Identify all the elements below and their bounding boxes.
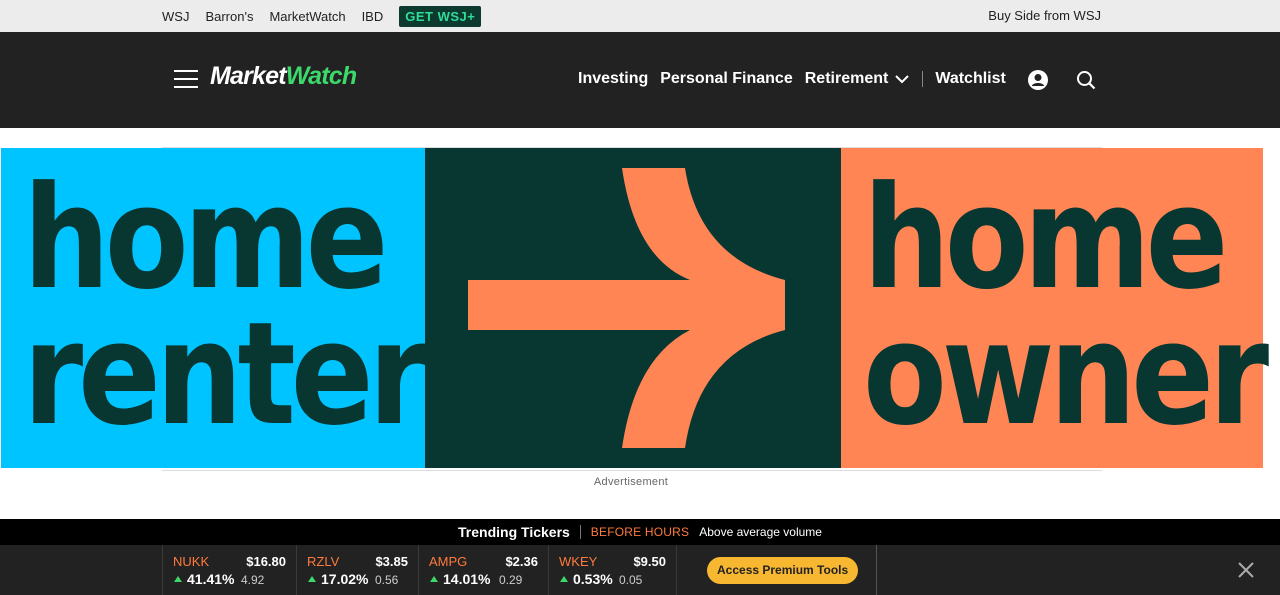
ad-text-home: home bbox=[23, 156, 388, 321]
site-header: MarketWatch Investing Personal Finance R… bbox=[0, 32, 1280, 128]
arrow-icon bbox=[468, 168, 785, 448]
ticker-pct: 41.41% bbox=[187, 571, 235, 587]
ticker-strip-divider bbox=[876, 545, 877, 595]
ad-panel-owner: home owner bbox=[841, 148, 1269, 468]
search-icon[interactable] bbox=[1076, 70, 1096, 90]
ticker-price: $16.80 bbox=[246, 554, 286, 569]
ticker-pct: 14.01% bbox=[443, 571, 491, 587]
ticker-pct: 0.53% bbox=[573, 571, 613, 587]
link-barrons[interactable]: Barron's bbox=[205, 9, 253, 24]
ad-text-renter: renter bbox=[23, 292, 429, 457]
ticker-change: 0.29 bbox=[499, 573, 523, 587]
trending-title: Trending Tickers bbox=[458, 524, 570, 540]
ticker-symbol: AMPG bbox=[429, 554, 468, 569]
ticker-wkey[interactable]: WKEY $9.50 0.53% 0.05 bbox=[548, 545, 676, 595]
ad-text-owner: owner bbox=[863, 292, 1269, 457]
ticker-ampg[interactable]: AMPG $2.36 14.01% 0.29 bbox=[418, 545, 548, 595]
sister-sites: WSJ Barron's MarketWatch IBD GET WSJ+ bbox=[162, 0, 482, 32]
nav-watchlist[interactable]: Watchlist bbox=[935, 70, 1006, 88]
advertisement-label: Advertisement bbox=[593, 476, 669, 488]
marketwatch-logo[interactable]: MarketWatch bbox=[210, 62, 357, 91]
buy-side-link[interactable]: Buy Side from WSJ bbox=[988, 8, 1101, 23]
trending-divider bbox=[579, 525, 581, 539]
ticker-separator bbox=[676, 545, 677, 595]
access-premium-tools-button[interactable]: Access Premium Tools bbox=[707, 557, 859, 584]
ticker-price: $2.36 bbox=[505, 554, 538, 569]
ticker-strip: NUKK $16.80 41.41% 4.92 RZLV $3.85 17.02… bbox=[0, 545, 1280, 595]
ticker-nukk[interactable]: NUKK $16.80 41.41% 4.92 bbox=[162, 545, 296, 595]
link-wsj[interactable]: WSJ bbox=[162, 9, 189, 24]
nav-retirement[interactable]: Retirement bbox=[805, 70, 889, 88]
ticker-symbol: NUKK bbox=[173, 554, 210, 569]
ticker-symbol: RZLV bbox=[307, 554, 340, 569]
ticker-symbol: WKEY bbox=[559, 554, 598, 569]
trending-session: BEFORE HOURS bbox=[590, 525, 690, 539]
ticker-price: $9.50 bbox=[633, 554, 666, 569]
ticker-price: $3.85 bbox=[375, 554, 408, 569]
ticker-change: 0.56 bbox=[375, 573, 399, 587]
ticker-rzlv[interactable]: RZLV $3.85 17.02% 0.56 bbox=[296, 545, 418, 595]
up-arrow-icon bbox=[308, 576, 316, 582]
user-icon[interactable] bbox=[1028, 70, 1048, 90]
up-arrow-icon bbox=[560, 576, 568, 582]
ticker-change: 0.05 bbox=[619, 573, 643, 587]
logo-watch: Watch bbox=[285, 62, 357, 90]
ad-text-home-2: home bbox=[863, 156, 1228, 321]
nav-personal-finance[interactable]: Personal Finance bbox=[660, 70, 793, 88]
advertisement-banner[interactable]: home renter home owner bbox=[1, 148, 1269, 468]
link-marketwatch[interactable]: MarketWatch bbox=[269, 9, 345, 24]
get-wsj-button[interactable]: GET WSJ+ bbox=[399, 5, 482, 27]
logo-market: Market bbox=[210, 62, 287, 90]
ad-panel-arrow bbox=[425, 148, 841, 468]
nav-investing[interactable]: Investing bbox=[578, 70, 648, 88]
ticker-pct: 17.02% bbox=[321, 571, 369, 587]
nav-divider bbox=[922, 71, 924, 87]
up-arrow-icon bbox=[430, 576, 438, 582]
top-utility-bar: WSJ Barron's MarketWatch IBD GET WSJ+ Bu… bbox=[0, 0, 1280, 32]
link-ibd[interactable]: IBD bbox=[362, 9, 384, 24]
menu-icon[interactable] bbox=[174, 70, 198, 88]
main-nav: Investing Personal Finance Retirement Wa… bbox=[578, 70, 1018, 88]
trending-desc: Above average volume bbox=[699, 525, 822, 539]
ad-panel-renter: home renter bbox=[1, 148, 429, 468]
ad-bottom-rule bbox=[162, 470, 1102, 471]
up-arrow-icon bbox=[174, 576, 182, 582]
close-icon[interactable] bbox=[1238, 562, 1254, 578]
ticker-change: 4.92 bbox=[241, 573, 265, 587]
chevron-down-icon[interactable] bbox=[894, 71, 910, 87]
trending-tickers-bar: Trending Tickers BEFORE HOURS Above aver… bbox=[0, 519, 1280, 545]
